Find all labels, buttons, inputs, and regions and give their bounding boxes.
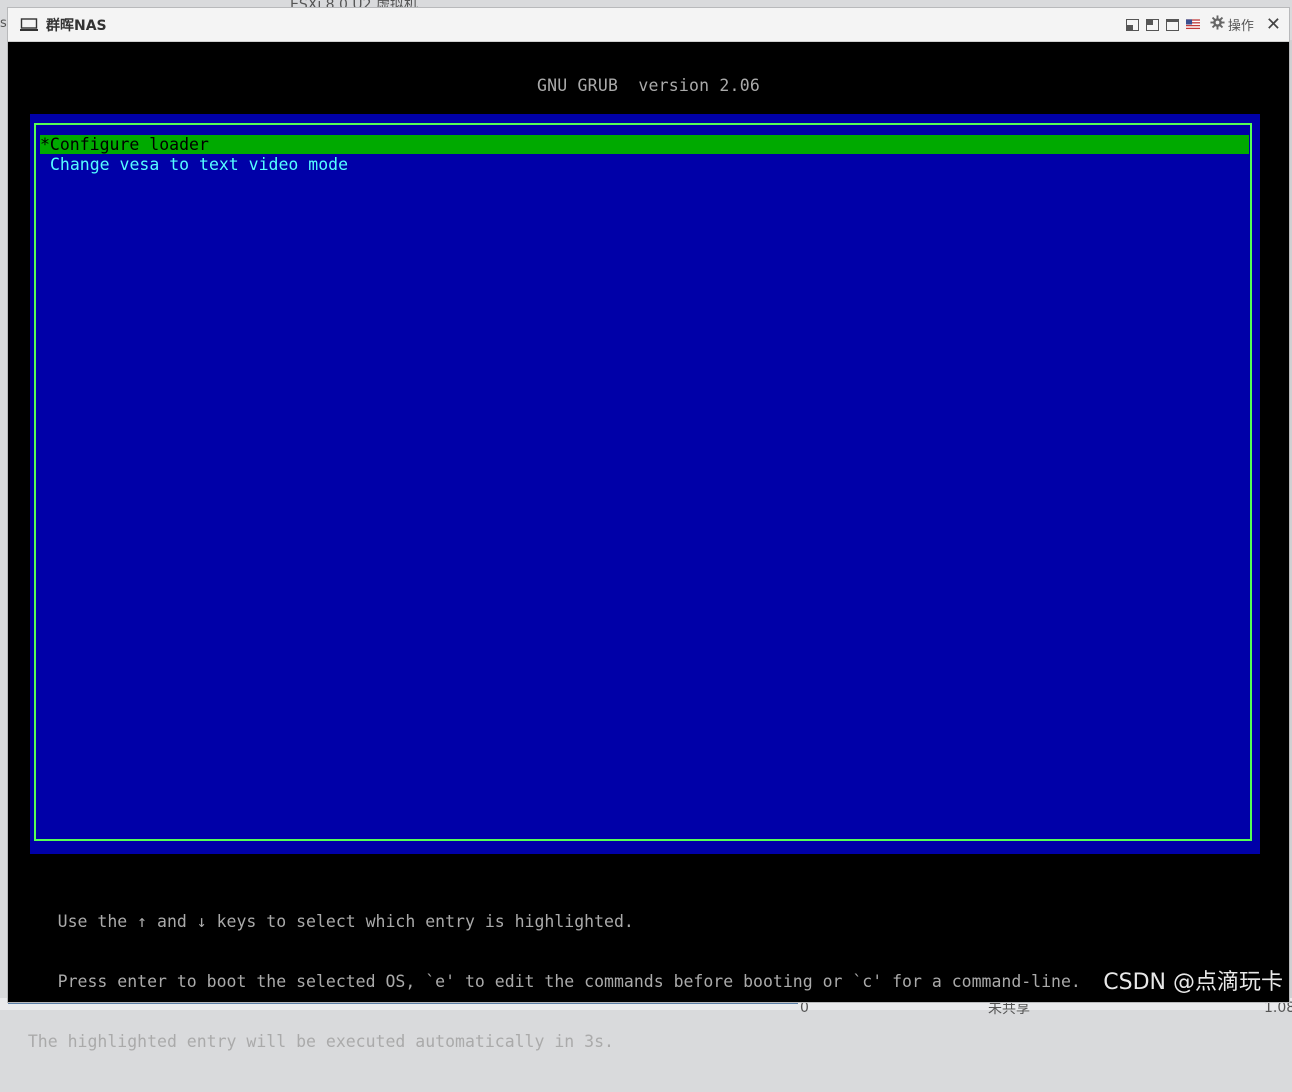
background-text-fragment: s: [0, 16, 7, 31]
help-line-boot-edit: Press enter to boot the selected OS, `e'…: [8, 972, 1289, 992]
grub-version-header: GNU GRUB version 2.06: [8, 76, 1289, 95]
actions-menu-button[interactable]: 操作: [1210, 15, 1254, 34]
vm-console-window[interactable]: 群晖NAS: [8, 8, 1289, 1002]
grub-menu-panel: *Configure loader Change vesa to text vi…: [30, 114, 1260, 854]
window-split-icon[interactable]: [1146, 18, 1160, 32]
actions-label: 操作: [1228, 15, 1254, 34]
grub-menu-box: *Configure loader Change vesa to text vi…: [34, 123, 1252, 841]
grub-screen[interactable]: GNU GRUB version 2.06 *Configure loader …: [8, 42, 1289, 1002]
csdn-watermark: CSDN @点滴玩卡: [1103, 964, 1283, 996]
grub-help-text: Use the ↑ and ↓ keys to select which ent…: [8, 872, 1289, 1092]
help-line-countdown: The highlighted entry will be executed a…: [8, 1032, 1289, 1052]
vm-console-icon: [20, 18, 38, 32]
help-line-navigation: Use the ↑ and ↓ keys to select which ent…: [8, 912, 1289, 932]
grub-entry-text-video-mode[interactable]: Change vesa to text video mode: [40, 155, 348, 174]
gear-icon: [1210, 15, 1225, 34]
window-maximize-icon[interactable]: [1166, 18, 1180, 32]
close-icon[interactable]: ✕: [1266, 16, 1281, 34]
console-titlebar[interactable]: 群晖NAS: [8, 8, 1289, 42]
window-bottom-icon[interactable]: [1126, 18, 1140, 32]
vm-title: 群晖NAS: [46, 15, 107, 35]
us-flag-icon[interactable]: [1186, 18, 1200, 32]
titlebar-controls: 操作 ✕: [1126, 8, 1281, 41]
grub-entry-configure-loader[interactable]: *Configure loader: [40, 135, 1249, 154]
